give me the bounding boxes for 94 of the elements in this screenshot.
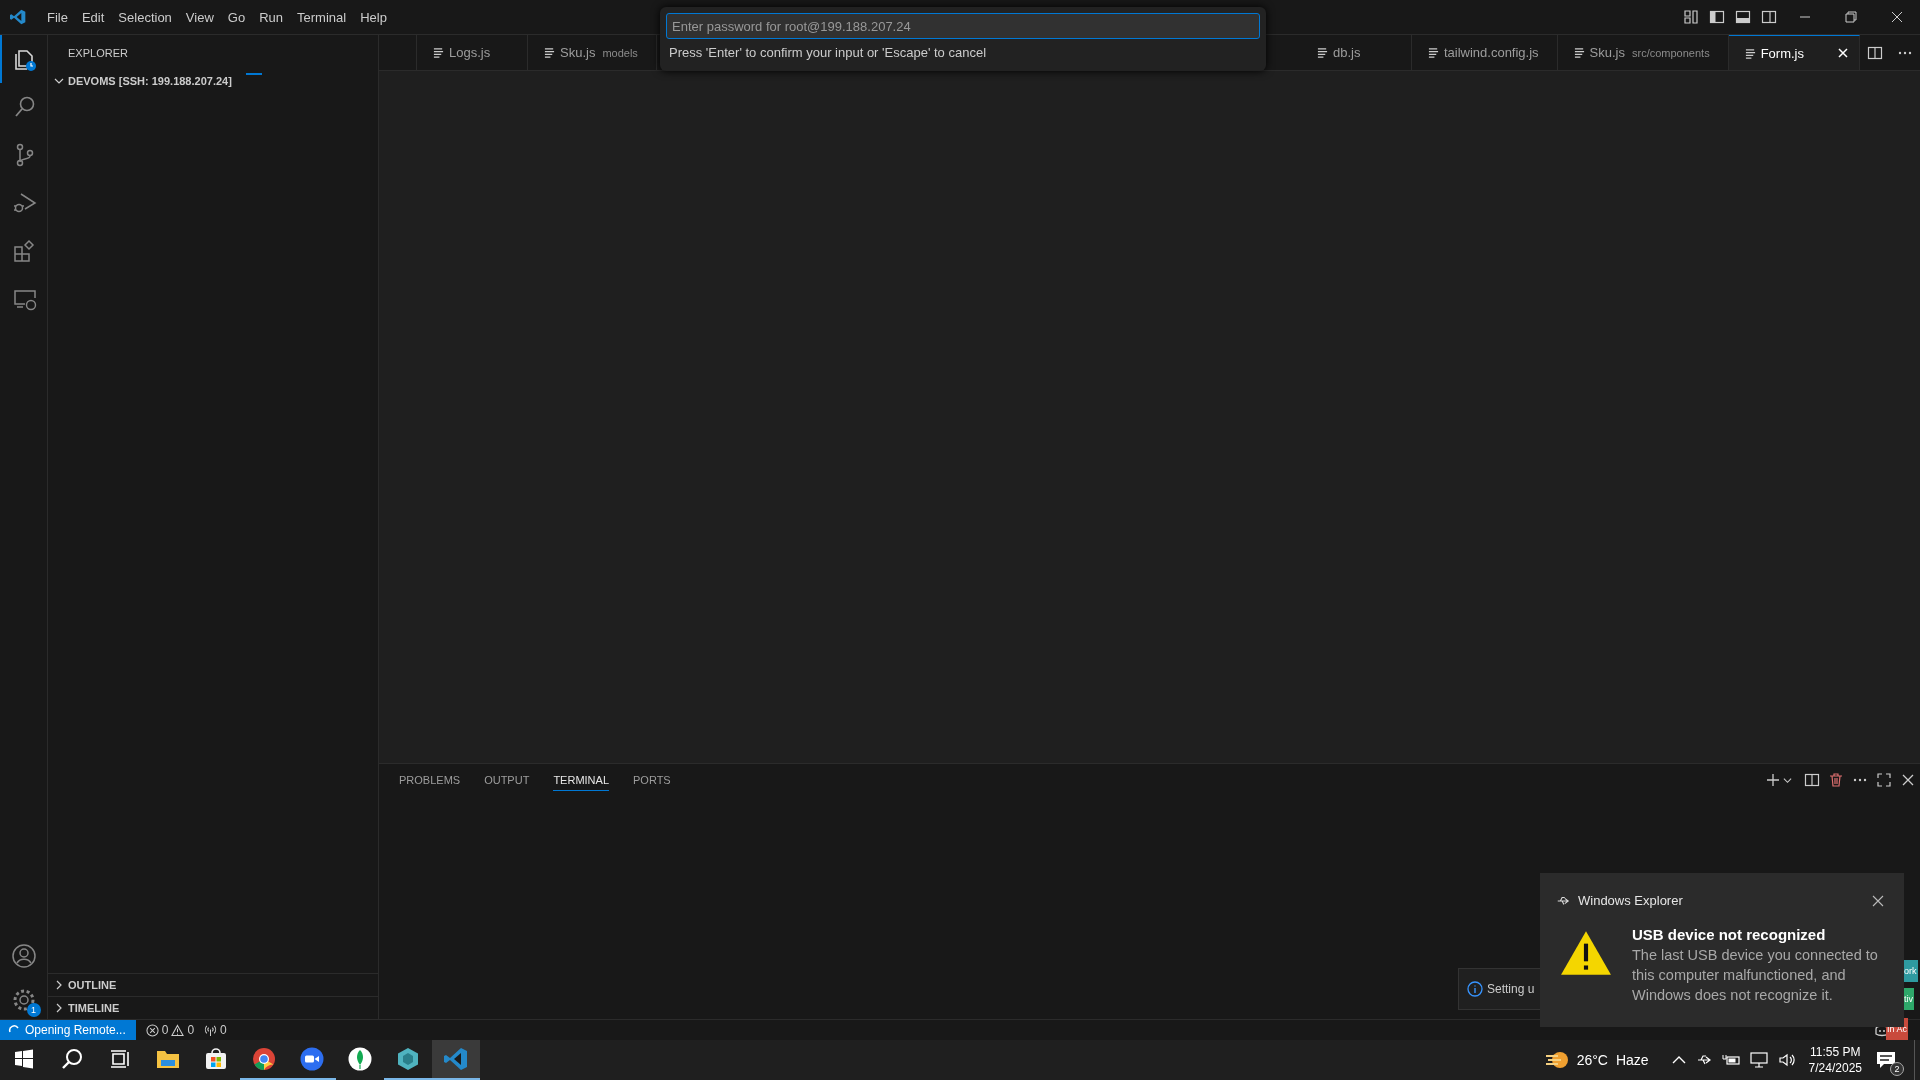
account-icon[interactable] [10, 943, 37, 969]
battery-plug-icon[interactable] [1721, 1053, 1740, 1067]
maximize-icon[interactable] [1876, 772, 1892, 788]
menu-item[interactable]: Go [220, 9, 253, 25]
chrome-icon [252, 1047, 276, 1071]
notification-text: Setting u [1487, 982, 1535, 996]
leaf-icon [348, 1047, 372, 1071]
trash-icon[interactable] [1828, 772, 1844, 788]
temperature[interactable]: 26°C [1576, 1052, 1608, 1068]
volume-icon[interactable] [1777, 1052, 1796, 1068]
task-view-icon [110, 1049, 130, 1069]
warning-icon [171, 1023, 185, 1037]
tab-label: Sku.js [1589, 45, 1625, 60]
sidebar-toggle-icon[interactable] [1709, 9, 1725, 25]
menu-item[interactable]: File [40, 9, 75, 25]
file-lines-icon [433, 47, 444, 58]
editor-tab[interactable]: db.js [1300, 35, 1412, 70]
ports-count[interactable]: 0 [220, 1023, 227, 1037]
add-terminal-icon[interactable] [1765, 772, 1781, 788]
tab-label: tailwind.config.js [1443, 45, 1539, 60]
date: 7/24/2025 [1808, 1060, 1862, 1076]
antenna-icon [204, 1023, 218, 1037]
tab-description: models [602, 46, 638, 59]
input-hint: Press 'Enter' to confirm your input or 'Escape' to cancel [668, 45, 987, 60]
editor-tab[interactable]: Sku.js src/components [1557, 35, 1729, 70]
menu-item[interactable]: Edit [74, 9, 112, 25]
editor-tab[interactable]: Form.js [1728, 35, 1860, 70]
file-lines-icon [1316, 47, 1328, 58]
menu-item[interactable]: Run [252, 9, 290, 25]
file-lines-icon [1744, 47, 1756, 59]
editor-tab[interactable]: Logs.js [417, 35, 528, 70]
folder-icon [156, 1048, 180, 1070]
menu-item[interactable]: Terminal [290, 9, 354, 25]
menu-item[interactable]: Selection [111, 9, 179, 25]
notification-badge: 1 [26, 1003, 41, 1017]
error-icon [145, 1023, 159, 1037]
close-icon [1891, 11, 1903, 23]
warning-count[interactable]: 0 [187, 1023, 195, 1037]
editor-tab[interactable]: Sku.js models [528, 35, 657, 70]
split-layout-icon[interactable] [1761, 9, 1777, 25]
progress-indicator [246, 73, 262, 75]
split-editor-icon[interactable] [1867, 44, 1883, 61]
error-count[interactable]: 0 [161, 1023, 169, 1037]
chevron-icon [54, 980, 64, 990]
time: 11:55 PM [1810, 1044, 1861, 1060]
tab-label: Sku.js [560, 45, 596, 60]
remote-indicator[interactable]: Opening Remote... [0, 1020, 136, 1040]
password-input[interactable]: Enter password for root@199.188.207.24 [666, 13, 1260, 39]
search-icon [61, 1048, 83, 1070]
store-bag-icon [205, 1048, 227, 1070]
vscode-logo-icon [10, 9, 26, 25]
restore-icon [1845, 11, 1857, 23]
tab-label: Logs.js [449, 45, 491, 60]
split-terminal-icon[interactable] [1804, 772, 1820, 788]
file-lines-icon [1427, 47, 1439, 58]
tab-label: db.js [1332, 45, 1361, 60]
close-icon[interactable] [1900, 772, 1916, 788]
toast-title: USB device not recognized [1632, 926, 1827, 943]
chevron-down-icon[interactable] [1783, 775, 1792, 785]
file-lines-icon [544, 47, 555, 58]
weather-text[interactable]: Haze [1615, 1052, 1649, 1068]
tab-description: src/components [1632, 46, 1710, 59]
panel-tab[interactable]: PROBLEMS [399, 769, 461, 791]
info-icon [1467, 981, 1483, 997]
panel-tab[interactable]: TERMINAL [553, 769, 609, 791]
clock[interactable]: 11:55 PM 7/24/2025 [1808, 1044, 1862, 1076]
panel-tab[interactable]: PORTS [633, 769, 671, 791]
section-header[interactable]: OUTLINE [48, 973, 378, 996]
network-icon[interactable] [1749, 1052, 1768, 1068]
editor-tab[interactable]: tailwind.config.js [1411, 35, 1558, 70]
chevron-icon [54, 1003, 64, 1013]
notification-center-icon[interactable] [1876, 1051, 1896, 1069]
tab-label: Form.js [1760, 45, 1804, 61]
hexagon-icon [396, 1047, 420, 1071]
video-camera-icon [300, 1047, 324, 1071]
notification-count: 2 [1890, 1062, 1904, 1076]
chevron-up-icon[interactable] [1671, 1055, 1686, 1065]
tree-item[interactable]: DEVOMS [SSH: 199.188.207.24] [48, 70, 378, 92]
warning-icon [1560, 930, 1612, 976]
vscode-icon [444, 1047, 468, 1071]
panel-tab[interactable]: OUTPUT [484, 769, 530, 791]
panel-toggle-icon[interactable] [1735, 9, 1751, 25]
chevron-icon [54, 76, 64, 86]
file-lines-icon [1573, 47, 1585, 58]
menu-item[interactable]: View [178, 9, 221, 25]
windows-icon [14, 1049, 34, 1069]
layout-icon[interactable] [1683, 9, 1699, 25]
taskbar-app[interactable] [432, 1040, 480, 1080]
close-icon[interactable] [1872, 894, 1884, 907]
toast-message: The last USB device you connected to this computer malfunctioned, and Windows does not recognize it. [1632, 946, 1879, 1005]
sidebar-title: EXPLORER [68, 46, 128, 59]
menu-item[interactable]: Help [353, 9, 394, 25]
weather-icon[interactable] [1544, 1050, 1569, 1070]
toast-app-name: Windows Explorer [1578, 893, 1683, 908]
